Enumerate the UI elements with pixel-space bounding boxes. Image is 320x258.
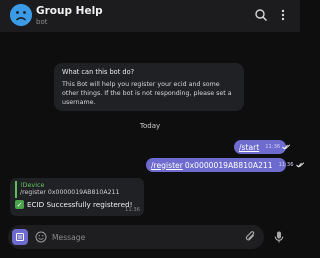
message-meta: 11:36 — [265, 144, 291, 150]
double-check-icon — [295, 162, 304, 168]
emoji-icon[interactable] — [35, 231, 47, 243]
sad-face-icon[interactable] — [10, 4, 32, 26]
quote-text: /register 0x0000019AB810A211 — [20, 189, 120, 196]
reply-body: ✓ ECID Successfully registered! — [15, 200, 139, 209]
chat-header: Group Help bot — [0, 0, 300, 32]
outgoing-message-start[interactable]: /start 11:36 — [234, 140, 291, 154]
message-composer — [0, 223, 300, 258]
reply-text: ECID Successfully registered! — [27, 200, 133, 209]
chat-subtitle: bot — [36, 18, 48, 26]
bot-info-text: This Bot will help you register your eci… — [62, 81, 232, 106]
bot-info-card: What can this bot do? This Bot will help… — [54, 63, 244, 111]
paperclip-icon[interactable] — [244, 230, 257, 243]
microphone-icon[interactable] — [272, 230, 286, 244]
quoted-message[interactable]: !Device /register 0x0000019AB810A211 — [15, 181, 139, 198]
search-icon[interactable] — [254, 8, 268, 22]
message-meta: 11:36 — [279, 162, 305, 168]
more-vertical-icon[interactable] — [276, 8, 290, 22]
bot-info-title: What can this bot do? — [62, 68, 135, 76]
command-link-start[interactable]: /start — [239, 143, 259, 152]
message-input[interactable] — [52, 231, 232, 243]
composer-bar — [8, 225, 264, 249]
check-mark-icon: ✓ — [15, 200, 24, 209]
incoming-message-reply[interactable]: !Device /register 0x0000019AB810A211 ✓ E… — [10, 178, 144, 216]
message-time: 11:36 — [125, 207, 140, 213]
message-time: 11:36 — [265, 144, 281, 150]
message-time: 11:36 — [278, 162, 294, 168]
chat-title[interactable]: Group Help — [36, 5, 103, 17]
double-check-icon — [282, 144, 291, 150]
register-argument: 0x0000019AB810A211 — [184, 160, 273, 170]
outgoing-message-register[interactable]: /register 0x0000019AB810A211 11:36 — [146, 158, 304, 172]
quote-author: !Device — [20, 181, 45, 189]
command-link-register[interactable]: /register — [151, 161, 183, 170]
bot-menu-icon[interactable] — [12, 229, 28, 245]
date-separator: Today — [139, 122, 161, 130]
chat-window: Group Help bot What can this bot do? Thi… — [0, 0, 304, 258]
